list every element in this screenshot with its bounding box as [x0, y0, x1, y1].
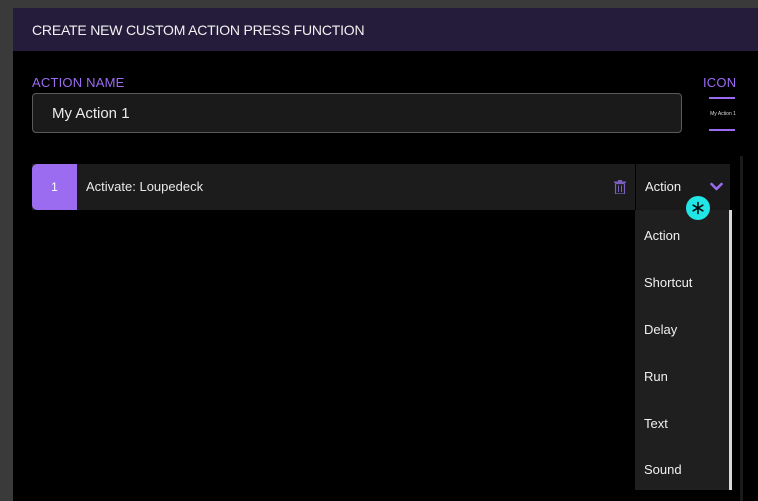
icon-preview-text: My Action 1 — [710, 111, 736, 117]
trash-icon[interactable] — [614, 180, 626, 194]
list-scroll-track[interactable] — [740, 156, 743, 501]
step-type-select[interactable]: Action — [635, 164, 730, 210]
action-name-label: ACTION NAME — [32, 75, 125, 90]
step-row[interactable]: 1 Activate: Loupedeck Action — [32, 164, 730, 210]
icon-preview[interactable]: My Action 1 — [704, 97, 742, 131]
dropdown-option-shortcut[interactable]: Shortcut — [635, 259, 727, 306]
custom-action-dialog: CREATE NEW CUSTOM ACTION PRESS FUNCTION … — [13, 8, 758, 501]
step-number: 1 — [32, 164, 77, 210]
step-text: Activate: Loupedeck — [86, 179, 204, 194]
dialog-header: CREATE NEW CUSTOM ACTION PRESS FUNCTION — [13, 8, 758, 51]
icon-label: ICON — [703, 75, 737, 90]
type-dropdown-menu: Action Shortcut Delay Run Text Sound — [635, 210, 732, 490]
asterisk-icon — [692, 201, 704, 215]
dropdown-scrollbar[interactable] — [729, 210, 732, 490]
chevron-down-icon — [710, 182, 723, 191]
dropdown-option-run[interactable]: Run — [635, 353, 727, 400]
dropdown-option-sound[interactable]: Sound — [635, 446, 727, 493]
dialog-title: CREATE NEW CUSTOM ACTION PRESS FUNCTION — [32, 22, 365, 38]
action-name-input[interactable] — [32, 93, 682, 133]
icon-preview-top-line — [709, 97, 735, 99]
icon-preview-bottom-line — [709, 129, 735, 131]
dropdown-option-delay[interactable]: Delay — [635, 306, 727, 353]
step-type-value: Action — [645, 179, 682, 194]
dropdown-option-text[interactable]: Text — [635, 400, 727, 447]
dropdown-option-action[interactable]: Action — [635, 212, 727, 259]
cursor-indicator — [686, 196, 710, 220]
